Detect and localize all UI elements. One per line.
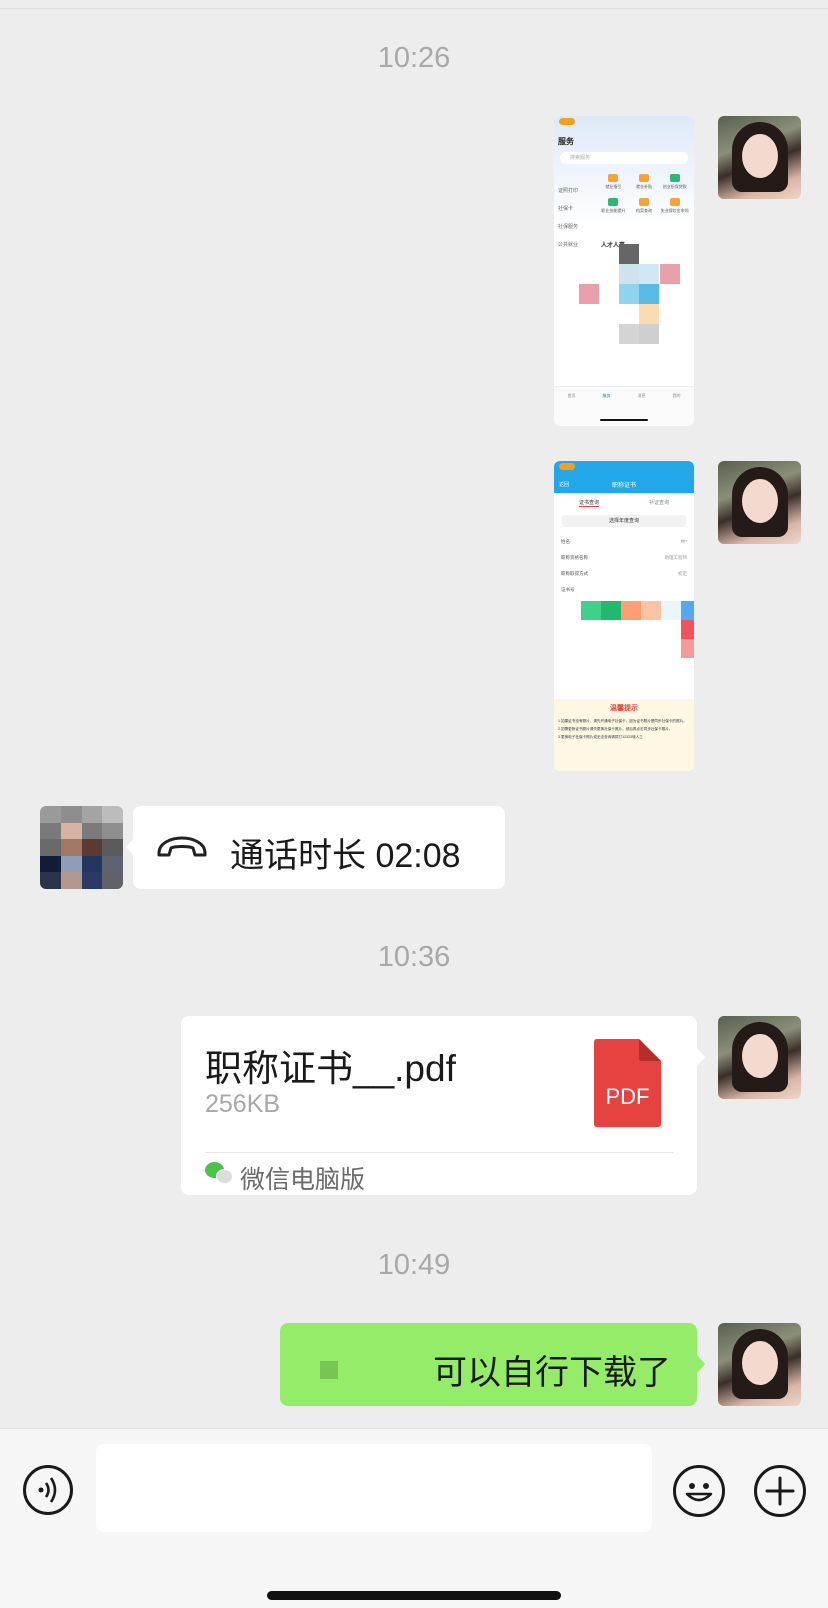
more-plus-button[interactable] <box>754 1465 806 1517</box>
emoji-button[interactable] <box>673 1465 725 1517</box>
certificate-header: 职称证书 <box>611 483 636 489</box>
my-avatar[interactable] <box>718 1323 801 1406</box>
contact-avatar[interactable] <box>40 806 123 889</box>
home-indicator <box>267 1591 561 1600</box>
file-source-label: 微信电脑版 <box>240 1166 366 1194</box>
status-time-badge <box>559 118 575 125</box>
timestamp: 10:26 <box>377 42 451 74</box>
plus-icon <box>765 1476 795 1506</box>
file-size: 256KB <box>205 1090 281 1118</box>
file-name: 职称证书__.pdf <box>205 1048 456 1089</box>
voice-icon <box>38 1477 57 1503</box>
certificate-tip-title: 温馨提示 <box>610 705 638 712</box>
file-divider <box>205 1152 673 1153</box>
image-message-service-screenshot[interactable]: 服务 搜索服务 证照打印 社保卡 社保服务 公共就业 就业指引 就业补贴 创业担保贷款… <box>554 116 694 426</box>
file-message-bubble[interactable]: 职称证书__.pdf 256KB PDF 微信电脑版 <box>181 1016 697 1195</box>
status-time-badge <box>559 463 575 470</box>
service-search-input: 搜索服务 <box>560 152 688 164</box>
timestamp: 10:49 <box>377 1249 451 1281</box>
my-avatar[interactable] <box>718 1016 801 1099</box>
my-avatar[interactable] <box>718 461 801 544</box>
call-record-bubble[interactable]: 通话时长 02:08 <box>133 806 505 889</box>
redaction-mosaic <box>320 1361 338 1379</box>
phone-hangup-icon <box>157 836 207 857</box>
service-title: 服务 <box>558 137 574 146</box>
certificate-query-button: 选择年度查询 <box>562 515 686 527</box>
wechat-icon <box>205 1162 233 1186</box>
message-input[interactable] <box>96 1444 652 1532</box>
my-avatar[interactable] <box>718 116 801 199</box>
input-toolbar <box>0 1428 828 1608</box>
bubble-tail <box>697 1355 705 1373</box>
top-divider <box>0 8 828 9</box>
pdf-badge-text: PDF <box>605 1084 650 1109</box>
voice-input-button[interactable] <box>23 1465 73 1515</box>
service-grid: 就业指引 就业补贴 创业担保贷款 职业技能提升 档案查询 失业保险金申领 <box>598 174 690 214</box>
sent-message-text: 可以自行下载了 <box>433 1354 671 1392</box>
bubble-tail <box>697 1048 705 1066</box>
call-duration-text: 通话时长 02:08 <box>230 837 461 875</box>
certificate-tabs: 证书查询 补证查询 <box>578 500 669 507</box>
sent-text-bubble[interactable]: 可以自行下载了 <box>280 1323 697 1406</box>
certificate-tips: 1.如果证书没有照片，请先开通电子社保卡，因为证书照片是同步社保卡的照片。 2.… <box>558 719 687 739</box>
certificate-rows: 姓名 林* 职称资格名称 助理工程师 职称取得方式 初定 证书号 <box>561 539 687 592</box>
timestamp: 10:36 <box>377 941 451 973</box>
pdf-file-icon: PDF <box>594 1039 661 1127</box>
service-side-menu: 证照打印 社保卡 社保服务 公共就业 <box>558 188 579 248</box>
smiley-icon <box>685 1483 713 1502</box>
image-message-certificate-screenshot[interactable]: 返回 职称证书 证书查询 补证查询 选择年度查询 姓名 林* 职称资格名称 助理工程师… <box>554 461 694 771</box>
